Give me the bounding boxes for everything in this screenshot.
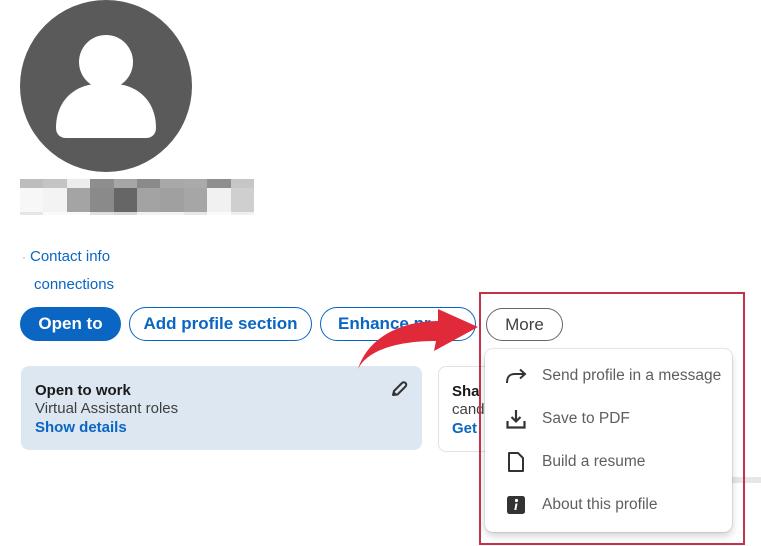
menu-item-label: Send profile in a message xyxy=(542,366,722,384)
add-profile-section-button[interactable]: Add profile section xyxy=(129,307,312,341)
share-card-link[interactable]: Get xyxy=(452,420,477,437)
document-icon xyxy=(505,451,527,473)
contact-info-link[interactable]: · Contact info xyxy=(22,248,110,265)
menu-item-label: Save to PDF xyxy=(542,409,630,427)
show-details-link[interactable]: Show details xyxy=(35,419,127,436)
more-button[interactable]: More xyxy=(486,308,563,341)
pencil-icon[interactable] xyxy=(390,380,408,398)
menu-item-about-profile[interactable]: About this profile xyxy=(485,483,732,526)
menu-item-build-resume[interactable]: Build a resume xyxy=(485,440,732,483)
more-dropdown-menu: Send profile in a message Save to PDF Bu… xyxy=(485,349,732,532)
info-icon xyxy=(505,494,527,516)
contact-info-label[interactable]: Contact info xyxy=(30,248,110,265)
open-to-work-roles: Virtual Assistant roles xyxy=(35,400,179,417)
share-arrow-icon xyxy=(505,365,527,387)
annotation-arrow-icon xyxy=(358,309,478,369)
open-to-work-title: Open to work xyxy=(35,382,131,399)
open-to-button[interactable]: Open to xyxy=(20,307,121,341)
open-to-work-card: Open to work Virtual Assistant roles Sho… xyxy=(21,366,422,450)
connections-link[interactable]: connections xyxy=(34,276,114,293)
separator-dot: · xyxy=(22,250,26,264)
share-card-subtitle: cand xyxy=(452,401,485,418)
profile-avatar[interactable] xyxy=(20,0,192,172)
menu-item-save-pdf[interactable]: Save to PDF xyxy=(485,397,732,440)
profile-name-redacted xyxy=(20,179,254,215)
section-divider xyxy=(730,477,761,483)
menu-item-label: Build a resume xyxy=(542,452,646,470)
menu-item-send-profile[interactable]: Send profile in a message xyxy=(485,354,732,397)
person-silhouette-icon xyxy=(56,35,156,138)
share-card-title: Sha xyxy=(452,383,480,400)
download-icon xyxy=(505,408,527,430)
menu-item-label: About this profile xyxy=(542,495,658,513)
